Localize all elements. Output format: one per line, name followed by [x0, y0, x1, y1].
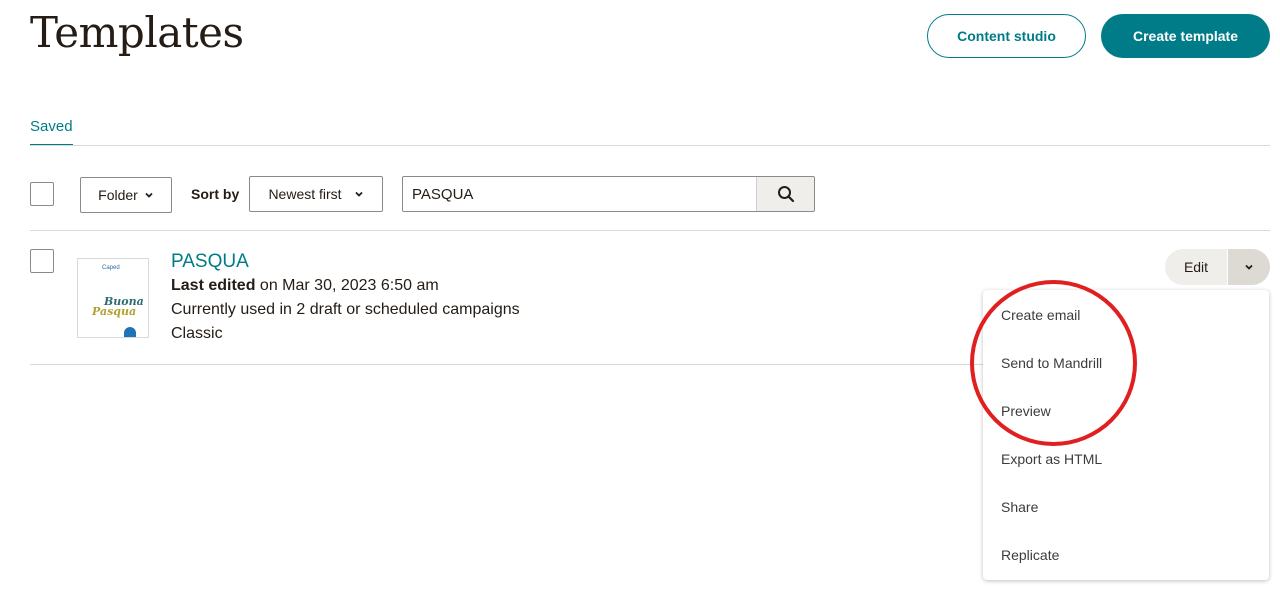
- tab-saved[interactable]: Saved: [30, 118, 73, 146]
- edit-options-toggle[interactable]: [1227, 249, 1270, 285]
- sort-by-label: Sort by: [191, 186, 240, 202]
- edit-button[interactable]: Edit: [1165, 249, 1227, 285]
- toolbar-divider: [30, 230, 1270, 231]
- thumbnail-egg-graphic: [124, 327, 136, 337]
- template-name-link[interactable]: PASQUA: [171, 251, 249, 273]
- thumbnail-text-pasqua: Pasqua: [92, 305, 137, 318]
- edit-button-group: Edit: [1165, 249, 1270, 285]
- sort-dropdown-value: Newest first: [268, 186, 342, 202]
- content-studio-button[interactable]: Content studio: [927, 14, 1086, 58]
- last-edited-value: on Mar 30, 2023 6:50 am: [259, 277, 439, 294]
- sort-dropdown[interactable]: Newest first: [249, 176, 383, 212]
- menu-item-create-email[interactable]: Create email: [983, 291, 1269, 339]
- select-all-checkbox[interactable]: [30, 182, 54, 206]
- page-title: Templates: [30, 8, 244, 57]
- create-template-button[interactable]: Create template: [1101, 14, 1270, 58]
- template-last-edited: Last edited on Mar 30, 2023 6:50 am: [171, 277, 439, 295]
- menu-item-replicate[interactable]: Replicate: [983, 531, 1269, 579]
- template-type: Classic: [171, 325, 223, 342]
- folder-dropdown[interactable]: Folder: [80, 177, 172, 213]
- menu-item-share[interactable]: Share: [983, 483, 1269, 531]
- search-icon: [777, 186, 794, 203]
- menu-item-export-html[interactable]: Export as HTML: [983, 435, 1269, 483]
- chevron-down-icon: [145, 192, 153, 198]
- thumbnail-logo: Caped: [102, 265, 120, 271]
- chevron-down-icon: [354, 191, 363, 197]
- menu-item-preview[interactable]: Preview: [983, 387, 1269, 435]
- row-checkbox[interactable]: [30, 249, 54, 273]
- chevron-down-icon: [1245, 264, 1253, 270]
- template-usage: Currently used in 2 draft or scheduled c…: [171, 301, 520, 318]
- template-actions-menu: Create email Send to Mandrill Preview Ex…: [983, 290, 1269, 580]
- search-input[interactable]: [403, 177, 756, 211]
- search-button[interactable]: [756, 177, 814, 211]
- last-edited-label: Last edited: [171, 277, 256, 294]
- folder-dropdown-label: Folder: [98, 187, 138, 203]
- template-thumbnail[interactable]: Caped Buona Pasqua: [77, 258, 149, 338]
- menu-item-send-to-mandrill[interactable]: Send to Mandrill: [983, 339, 1269, 387]
- tabs-divider: [30, 145, 1270, 146]
- search-box: [402, 176, 815, 212]
- row-divider: [30, 364, 983, 365]
